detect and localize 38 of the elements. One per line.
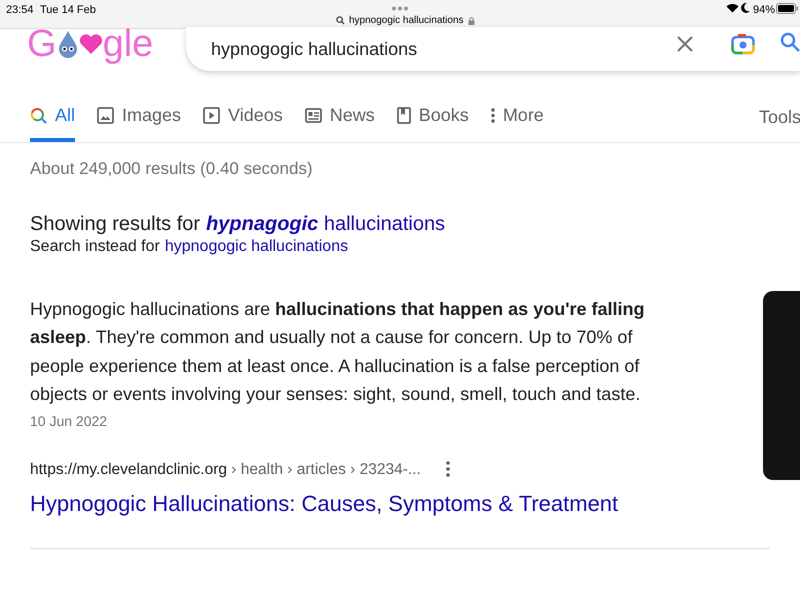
book-icon bbox=[396, 106, 411, 124]
image-icon bbox=[97, 106, 114, 124]
snippet-text: Hypnogogic hallucinations are hallucinations that happen as you're falling asleep. They're common and usually not a cause for concern. Up to 70% of people experience them at least once. A hallucination is a false perception of objects or events involving your senses: sight, sound, smell, touch and taste. bbox=[30, 298, 646, 406]
corrected-query-link[interactable]: hypnagogic hallucinations bbox=[206, 210, 446, 236]
battery-percent: 94% bbox=[753, 3, 776, 18]
search-tab[interactable]: All bbox=[30, 99, 76, 142]
search-tab[interactable]: News bbox=[304, 99, 375, 142]
search-tab[interactable]: Videos bbox=[203, 99, 283, 142]
status-time: 23:54 bbox=[6, 3, 34, 18]
newspaper-icon bbox=[304, 108, 322, 122]
camera-icon[interactable] bbox=[731, 33, 755, 55]
search-icon[interactable] bbox=[780, 32, 800, 54]
wifi-icon bbox=[726, 3, 739, 13]
result-url: https://my.clevelandclinic.org bbox=[30, 460, 227, 480]
result-breadcrumb: › health › articles › 23234-... bbox=[230, 460, 421, 480]
more-vert-icon[interactable] bbox=[446, 461, 450, 478]
battery-icon bbox=[776, 3, 798, 14]
original-query-link[interactable]: hypnogogic hallucinations bbox=[164, 236, 348, 256]
search-tab[interactable]: Images bbox=[97, 99, 182, 142]
result-title-link[interactable]: Hypnogogic Hallucinations: Causes, Symptoms & Treatment bbox=[30, 486, 618, 520]
search-field[interactable]: hypnogogic hallucinations bbox=[186, 27, 800, 71]
spelling-text: Showing results for bbox=[30, 212, 200, 236]
address-bar[interactable]: hypnogogic hallucinations bbox=[336, 13, 475, 28]
status-date: Tue 14 Feb bbox=[40, 3, 96, 18]
more-vert-icon bbox=[490, 108, 495, 122]
search-icon bbox=[336, 16, 345, 25]
tools-link[interactable]: Tools bbox=[759, 104, 800, 131]
search-tab[interactable]: Books bbox=[396, 99, 469, 142]
search-instead-text: Search instead for bbox=[30, 236, 160, 256]
close-icon[interactable] bbox=[676, 35, 694, 53]
play-icon bbox=[203, 106, 220, 124]
snippet-date: 10 Jun 2022 bbox=[30, 412, 108, 430]
more-dots-icon[interactable] bbox=[391, 6, 409, 11]
result-stats: About 249,000 results (0.40 seconds) bbox=[30, 158, 314, 180]
moon-icon bbox=[741, 3, 750, 13]
lock-icon bbox=[468, 16, 475, 24]
multicolor-search-icon bbox=[30, 106, 47, 124]
search-tab[interactable]: More bbox=[490, 99, 544, 142]
